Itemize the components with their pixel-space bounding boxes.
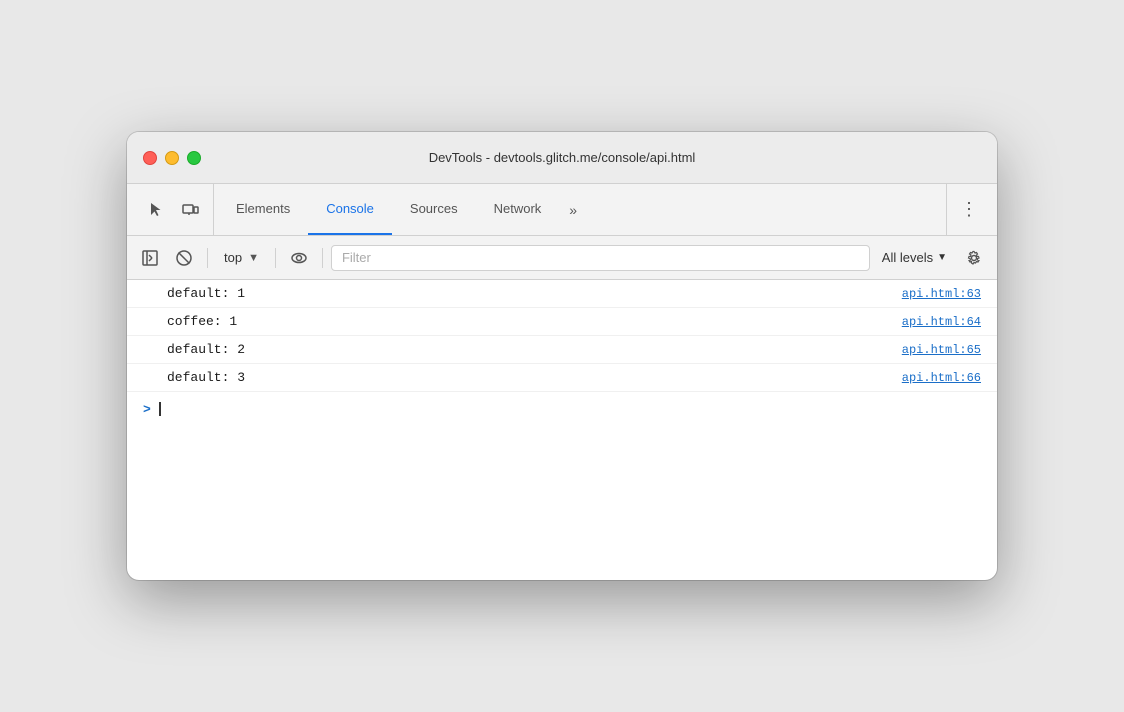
clear-console-button[interactable]	[169, 243, 199, 273]
console-output: default: 1 api.html:63 coffee: 1 api.htm…	[127, 280, 997, 392]
tab-elements[interactable]: Elements	[218, 184, 308, 235]
context-selector[interactable]: top ▼	[216, 246, 267, 269]
separator-2	[275, 248, 276, 268]
eye-icon	[290, 249, 308, 267]
window-title: DevTools - devtools.glitch.me/console/ap…	[429, 150, 696, 165]
more-menu-button[interactable]: ⋮	[955, 196, 983, 224]
gear-icon	[966, 250, 982, 266]
separator-3	[322, 248, 323, 268]
console-row-3: default: 3 api.html:66	[127, 364, 997, 392]
devtools-toolbar: Elements Console Sources Network » ⋮	[127, 184, 997, 236]
clear-icon	[175, 249, 193, 267]
separator-1	[207, 248, 208, 268]
console-settings-button[interactable]	[959, 243, 989, 273]
console-link-1[interactable]: api.html:64	[902, 315, 981, 329]
devtools-window: DevTools - devtools.glitch.me/console/ap…	[127, 132, 997, 580]
tab-network[interactable]: Network	[476, 184, 560, 235]
toolbar-icons	[133, 184, 214, 235]
tabs-container: Elements Console Sources Network »	[218, 184, 946, 235]
device-toolbar-button[interactable]	[175, 195, 205, 225]
log-levels-button[interactable]: All levels ▼	[874, 246, 955, 269]
console-row-1: coffee: 1 api.html:64	[127, 308, 997, 336]
more-tabs-button[interactable]: »	[559, 184, 587, 235]
console-link-0[interactable]: api.html:63	[902, 287, 981, 301]
console-toolbar: top ▼ All levels ▼	[127, 236, 997, 280]
console-text-0: default: 1	[167, 286, 886, 301]
console-row-2: default: 2 api.html:65	[127, 336, 997, 364]
console-link-2[interactable]: api.html:65	[902, 343, 981, 357]
tab-sources[interactable]: Sources	[392, 184, 476, 235]
close-button[interactable]	[143, 151, 157, 165]
console-row-0: default: 1 api.html:63	[127, 280, 997, 308]
traffic-lights	[143, 151, 201, 165]
cursor-icon	[147, 201, 165, 219]
maximize-button[interactable]	[187, 151, 201, 165]
inspect-element-button[interactable]	[141, 195, 171, 225]
console-text-1: coffee: 1	[167, 314, 886, 329]
console-body: default: 1 api.html:63 coffee: 1 api.htm…	[127, 280, 997, 580]
minimize-button[interactable]	[165, 151, 179, 165]
device-icon	[181, 201, 199, 219]
console-prompt: >	[143, 402, 151, 417]
sidebar-toggle-button[interactable]	[135, 243, 165, 273]
titlebar: DevTools - devtools.glitch.me/console/ap…	[127, 132, 997, 184]
toolbar-end: ⋮	[946, 184, 991, 235]
console-link-3[interactable]: api.html:66	[902, 371, 981, 385]
console-input-row: >	[127, 392, 997, 426]
console-text-3: default: 3	[167, 370, 886, 385]
console-text-2: default: 2	[167, 342, 886, 357]
sidebar-icon	[141, 249, 159, 267]
console-cursor	[159, 402, 161, 416]
live-expressions-button[interactable]	[284, 243, 314, 273]
filter-input[interactable]	[331, 245, 870, 271]
tab-console[interactable]: Console	[308, 184, 392, 235]
